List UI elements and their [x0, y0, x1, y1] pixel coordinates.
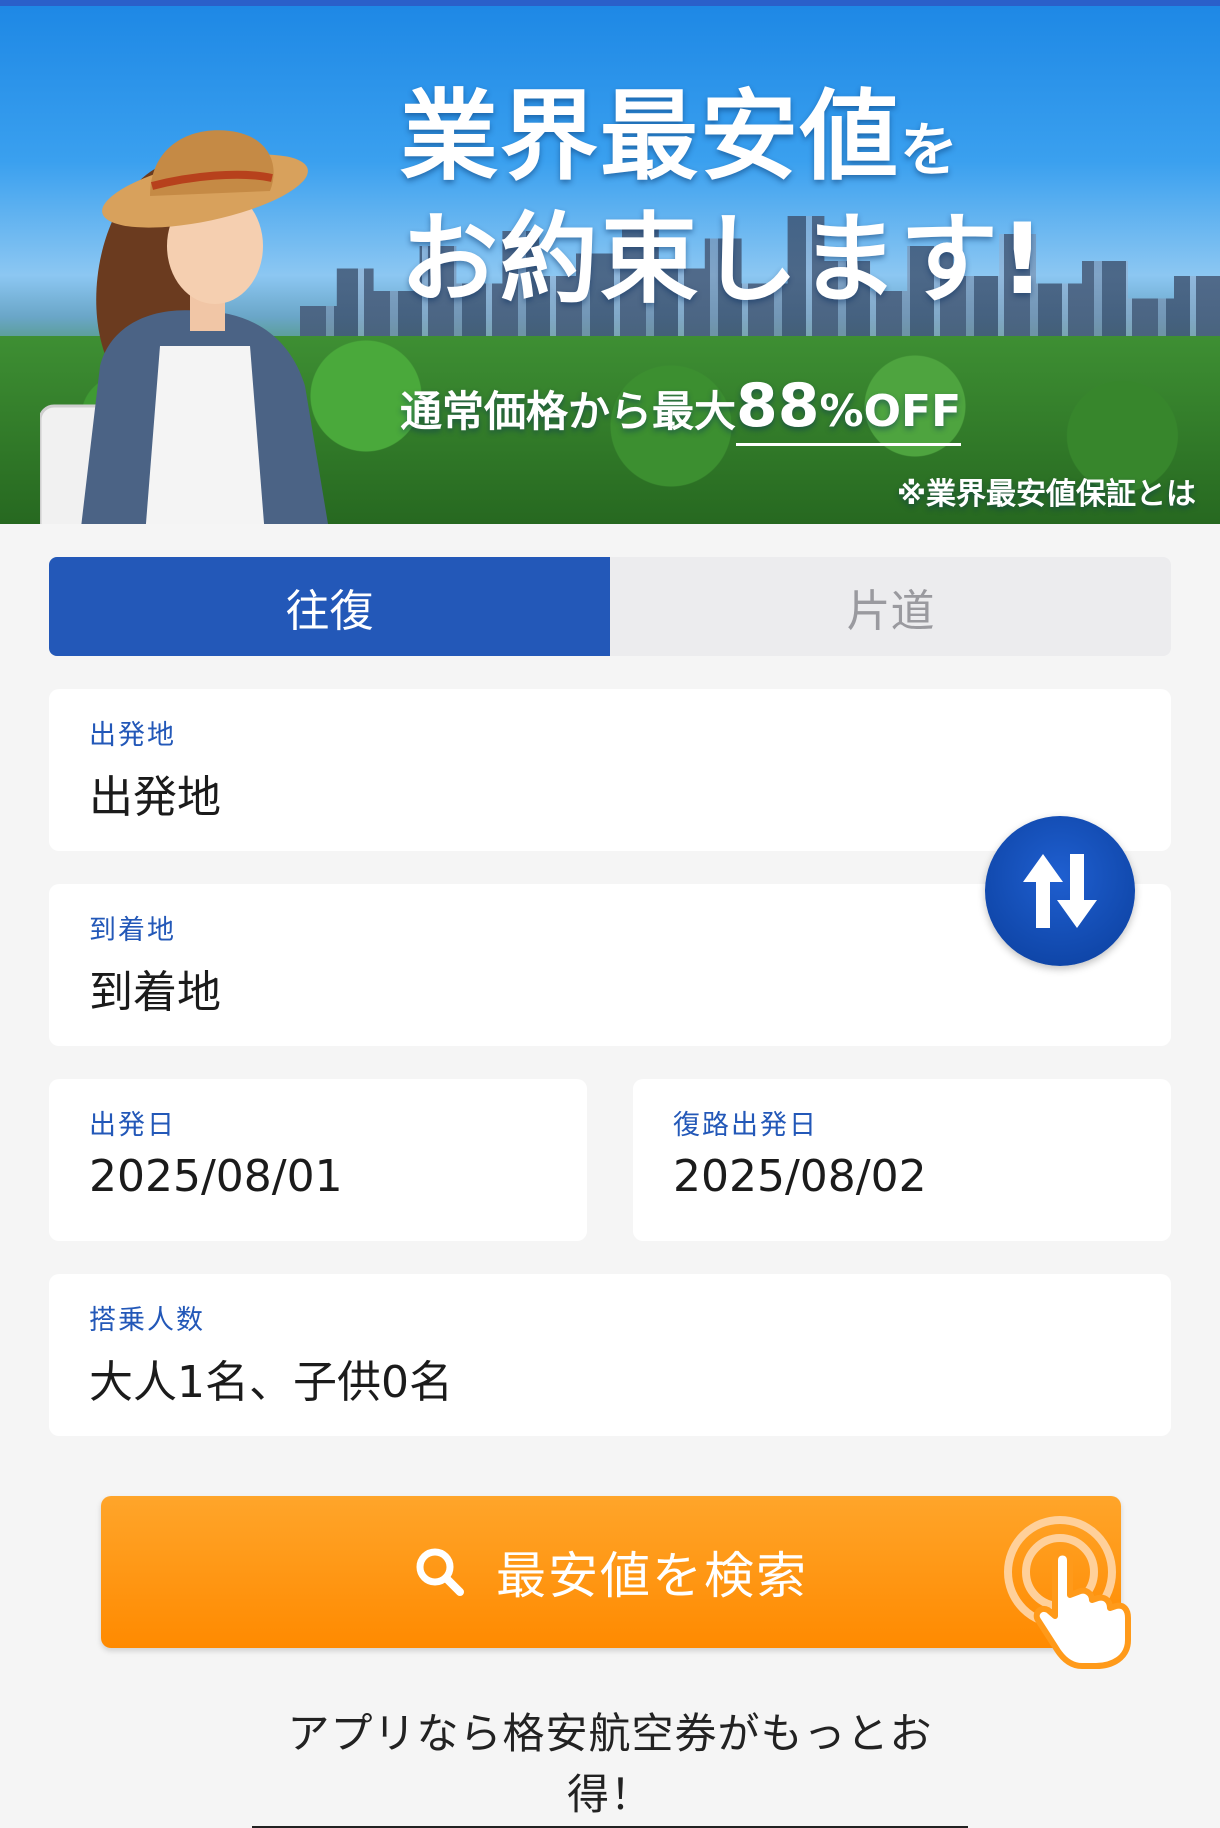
- tab-round-trip[interactable]: 往復: [49, 557, 610, 656]
- tap-pointer-icon: [1004, 1516, 1131, 1669]
- search-lowest-price-button[interactable]: 最安値を検索: [101, 1496, 1121, 1648]
- passengers-field[interactable]: 搭乗人数 大人1名、子供0名: [49, 1274, 1171, 1436]
- trip-type-tabs: 往復 片道: [49, 557, 1171, 656]
- departure-date-field[interactable]: 出発日 2025/08/01: [49, 1079, 587, 1241]
- passengers-value: 大人1名、子供0名: [89, 1357, 453, 1408]
- swap-locations-button[interactable]: [985, 816, 1135, 966]
- departure-date-label: 出発日: [89, 1110, 176, 1141]
- passengers-label: 搭乗人数: [89, 1305, 205, 1336]
- tab-one-way[interactable]: 片道: [610, 557, 1171, 656]
- swap-icon: [1023, 854, 1097, 928]
- banner-person-illustration: [40, 130, 328, 524]
- banner-discount-text: 通常価格から最大88%OFF: [400, 371, 962, 446]
- banner-headline-line2: お約束します!: [400, 203, 1047, 317]
- departure-field[interactable]: 出発地 出発地: [49, 689, 1171, 851]
- lowest-price-guarantee-link[interactable]: ※業界最安値保証とは: [897, 480, 1196, 510]
- banner-headline-line1: 業界最安値を: [400, 80, 961, 194]
- departure-date-value: 2025/08/01: [89, 1151, 343, 1202]
- search-icon: [414, 1546, 466, 1598]
- promo-banner[interactable]: 業界最安値を お約束します! 通常価格から最大88%OFF ※業界最安値保証とは: [0, 6, 1220, 524]
- app-promo-link[interactable]: アプリなら格安航空券がもっとお得！: [252, 1700, 968, 1828]
- arrival-label: 到着地: [89, 915, 176, 946]
- departure-value: 出発地: [89, 772, 221, 823]
- return-date-label: 復路出発日: [673, 1110, 818, 1141]
- return-date-field[interactable]: 復路出発日 2025/08/02: [633, 1079, 1171, 1241]
- departure-label: 出発地: [89, 720, 176, 751]
- arrival-value: 到着地: [89, 967, 221, 1018]
- return-date-value: 2025/08/02: [673, 1151, 927, 1202]
- search-button-label: 最安値を検索: [496, 1547, 808, 1605]
